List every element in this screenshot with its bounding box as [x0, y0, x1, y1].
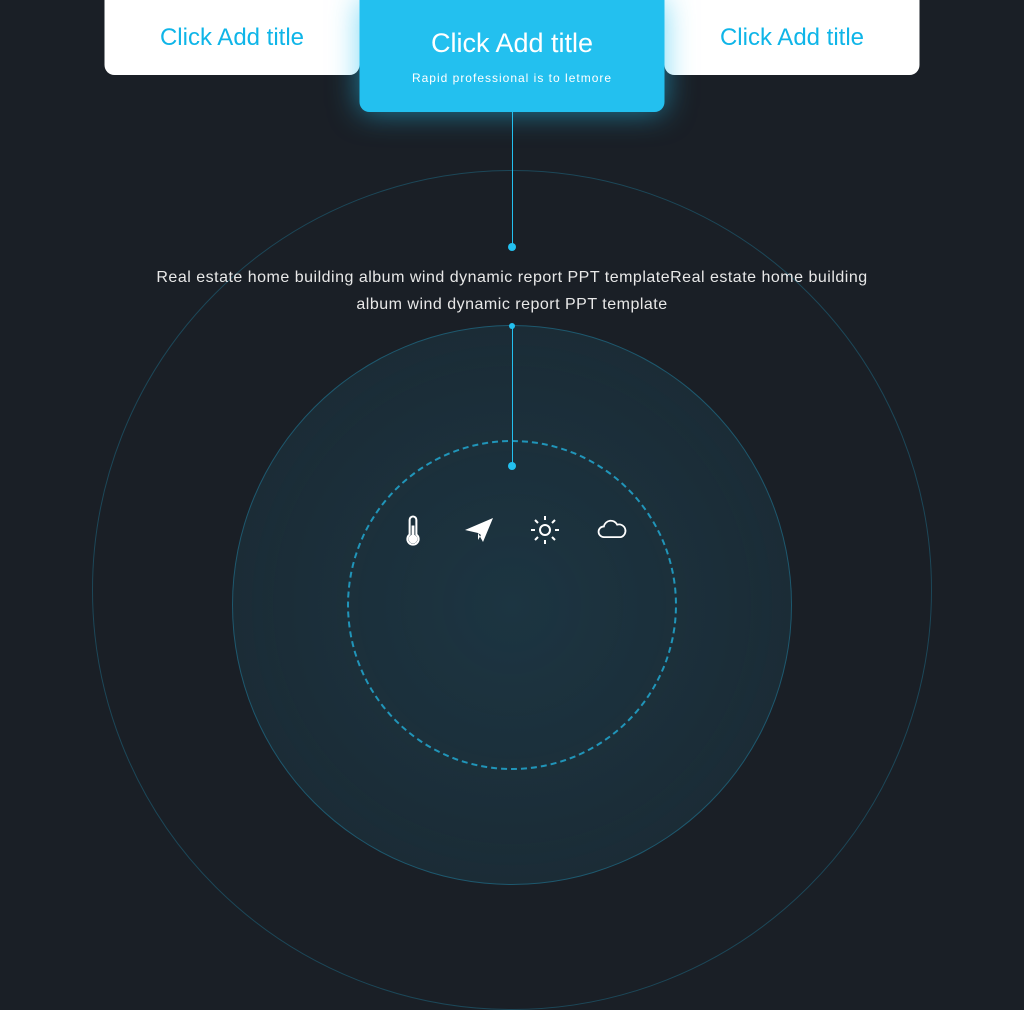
- connector-line: [512, 112, 513, 246]
- icons-row: [395, 510, 629, 550]
- tab-center-label: Click Add title: [431, 28, 593, 59]
- description-text: Real estate home building album wind dyn…: [132, 264, 892, 318]
- cloud-icon: [593, 510, 629, 550]
- inner-dashed-circle: [347, 440, 677, 770]
- tab-center-subtitle: Rapid professional is to letmore: [412, 71, 612, 85]
- tab-left[interactable]: Click Add title: [105, 0, 360, 75]
- tabs-container: Click Add title Click Add title Rapid pr…: [105, 0, 920, 112]
- thermometer-icon: [395, 510, 431, 550]
- paper-plane-icon: [461, 510, 497, 550]
- connector-dot: [509, 323, 515, 329]
- tab-right[interactable]: Click Add title: [665, 0, 920, 75]
- sun-icon: [527, 510, 563, 550]
- tab-center-active[interactable]: Click Add title Rapid professional is to…: [360, 0, 665, 112]
- tab-left-label: Click Add title: [160, 24, 304, 52]
- tab-right-label: Click Add title: [720, 24, 864, 52]
- connector-dot: [508, 462, 516, 470]
- connector-dot: [508, 243, 516, 251]
- connector-line: [512, 325, 513, 465]
